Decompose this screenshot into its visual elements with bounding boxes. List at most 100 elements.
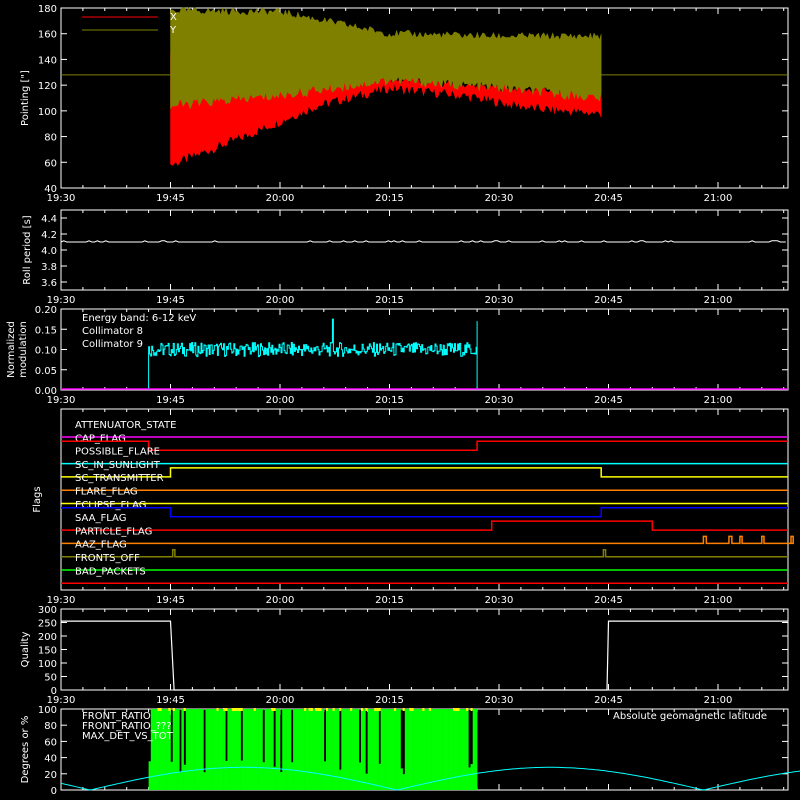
front-ratio-alt-mark: [428, 708, 432, 711]
front-ratio-bar: [199, 709, 202, 790]
front-ratio-bar: [301, 709, 305, 790]
front-ratio-alt-mark: [402, 708, 405, 711]
front-ratio-alt-mark: [304, 708, 307, 711]
x-tick-label: 20:30: [485, 295, 514, 306]
y-tick-label: 80: [44, 721, 57, 732]
y-axis-label: Quality: [20, 632, 31, 668]
front-ratio-bar: [238, 709, 241, 790]
front-ratio-bar: [251, 709, 254, 790]
quality-line: [61, 620, 788, 691]
front-ratio-bar: [459, 709, 463, 790]
front-ratio-bar: [442, 709, 445, 790]
x-tick-label: 21:00: [704, 595, 733, 606]
front-ratio-bar: [185, 709, 189, 790]
front-ratio-alt-mark: [453, 708, 456, 711]
front-ratio-bar: [345, 709, 349, 790]
front-ratio-bar: [474, 709, 478, 790]
front-ratio-bar: [275, 709, 279, 790]
quicklook-chart: 19:30 19:45 20:00 20:15 20:30 20:45 21:00 40 60 8…: [0, 0, 800, 800]
flag-label: POSSIBLE_FLARE: [75, 447, 160, 458]
y-tick-label: 140: [38, 55, 57, 66]
front-ratio-bar: [277, 709, 281, 790]
geomagnetic-latitude-label: Absolute geomagnetic latitude: [613, 711, 767, 722]
front-ratio-alt-mark: [231, 708, 234, 711]
y-tick-label: 40: [44, 754, 57, 765]
front-ratio-alt-mark: [409, 708, 412, 711]
front-ratio-alt-mark: [317, 708, 320, 711]
front-ratio-bar: [203, 772, 206, 790]
front-ratio-bar: [286, 709, 290, 790]
x-tick-label: 20:45: [594, 695, 623, 706]
y-tick-label: 80: [44, 133, 57, 144]
front-ratio-bar: [227, 709, 230, 790]
front-ratio-bar: [470, 764, 473, 790]
x-tick-label: 20:45: [594, 295, 623, 306]
front-ratio-bar: [190, 709, 193, 790]
flag-label: FRONTS_OFF: [75, 553, 140, 564]
front-ratio-bar: [439, 709, 443, 790]
front-ratio-bar: [372, 709, 375, 790]
front-ratio-bar: [295, 709, 298, 790]
front-ratio-bar: [363, 709, 366, 790]
front-ratio-bar: [326, 709, 329, 790]
front-ratio-bar: [258, 709, 261, 790]
y-tick-label: 0.05: [35, 366, 57, 377]
front-ratio-alt-mark: [326, 708, 329, 711]
panel-frame: [60, 408, 789, 591]
front-ratio-bar: [393, 709, 397, 790]
flag-label: AAZ_FLAG: [75, 540, 127, 551]
front-ratio-bar: [194, 709, 198, 790]
flag-label: SC_IN_SUNLIGHT: [75, 460, 161, 471]
front-ratio-alt-mark: [470, 708, 473, 711]
front-ratio-alt-mark: [411, 708, 414, 711]
front-ratio-bar: [407, 709, 410, 790]
front-ratio-bar: [404, 709, 408, 790]
y-axis-label: Pointing ["]: [20, 70, 31, 126]
y-axis-label: Roll period [s]: [22, 215, 33, 284]
y-tick-label: 100: [38, 705, 57, 716]
front-ratio-bar: [315, 709, 318, 790]
panel-frame: [60, 209, 789, 291]
x-tick-label: 20:45: [594, 193, 623, 204]
panel-4: 19:30 19:45 20:00 20:15 20:30 20:45 21:00Flags…: [32, 408, 794, 606]
x-tick-label: 20:15: [375, 295, 404, 306]
front-ratio-alt-mark: [361, 708, 364, 711]
front-ratio-bar: [365, 773, 368, 790]
front-ratio-bar: [400, 768, 403, 790]
front-ratio-bar: [223, 709, 226, 790]
front-ratio-bar: [466, 709, 469, 790]
front-ratio-bar: [431, 709, 434, 790]
x-tick-label: 19:45: [156, 395, 185, 406]
y-tick-label: 0: [51, 786, 57, 797]
front-ratio-bar: [216, 709, 219, 790]
front-ratio-bar: [319, 709, 322, 790]
flag-line-eclipse_flag: [61, 507, 788, 518]
x-tick-label: 19:45: [156, 295, 185, 306]
front-ratio-bar: [245, 709, 248, 790]
flag-line-sc_in_sunlight: [61, 467, 788, 478]
front-ratio-bar: [148, 761, 152, 790]
y-tick-label: 4.0: [41, 246, 57, 257]
front-ratio-bar: [304, 709, 307, 790]
front-ratio-bar: [389, 709, 392, 790]
x-tick-label: 21:00: [704, 295, 733, 306]
y-tick-label: 160: [38, 30, 57, 41]
front-ratio-alt-mark: [168, 708, 171, 711]
x-tick-label: 20:00: [266, 193, 295, 204]
front-ratio-alt-mark: [172, 708, 175, 711]
y-tick-label: 0.15: [35, 325, 57, 336]
front-ratio-alt-mark: [466, 708, 469, 711]
front-ratio-bar: [308, 709, 311, 790]
front-ratio-bar: [181, 709, 184, 790]
energy-band-label: Energy band: 6-12 keV: [82, 313, 196, 324]
front-ratio-bar: [347, 709, 351, 790]
front-ratio-bar: [229, 709, 233, 790]
front-ratio-bar: [196, 709, 200, 790]
y-tick-label: 250: [38, 619, 57, 630]
y-tick-label: 50: [44, 673, 57, 684]
x-tick-label: 19:45: [156, 695, 185, 706]
front-ratio-bar: [382, 709, 386, 790]
legend-label: Y: [169, 25, 177, 36]
front-ratio-alt-mark: [234, 708, 237, 711]
front-ratio-bar: [437, 709, 441, 790]
